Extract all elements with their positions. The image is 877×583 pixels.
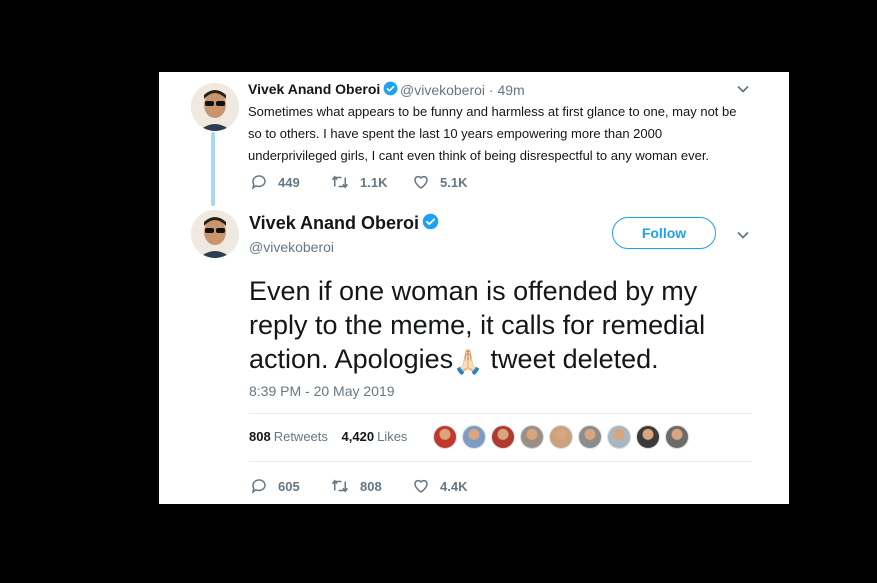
liker-avatar[interactable] bbox=[607, 425, 631, 449]
retweet-icon bbox=[331, 479, 349, 493]
liker-avatar[interactable] bbox=[433, 425, 457, 449]
divider bbox=[249, 461, 752, 462]
like-button[interactable]: 4.4K bbox=[412, 477, 467, 495]
like-count: 5.1K bbox=[440, 174, 468, 190]
heart-icon bbox=[414, 175, 428, 189]
liker-avatar[interactable] bbox=[665, 425, 689, 449]
liker-avatar[interactable] bbox=[520, 425, 544, 449]
verified-badge-icon bbox=[422, 213, 439, 235]
main-author-handle[interactable]: @vivekoberoi bbox=[249, 239, 334, 255]
author-name[interactable]: Vivek Anand Oberoi bbox=[248, 81, 380, 97]
like-count: 4.4K bbox=[440, 478, 468, 494]
reply-icon bbox=[251, 479, 266, 494]
liker-avatar[interactable] bbox=[462, 425, 486, 449]
liker-avatar[interactable] bbox=[636, 425, 660, 449]
folded-hands-emoji: 🙏🏻 bbox=[453, 349, 484, 376]
retweet-button[interactable]: 808 bbox=[330, 477, 412, 495]
reply-icon bbox=[251, 175, 266, 190]
retweet-total: 808 bbox=[249, 429, 271, 444]
reply-author-name[interactable]: Vivek Anand Oberoi bbox=[248, 81, 398, 99]
liker-avatar[interactable] bbox=[549, 425, 573, 449]
retweet-icon bbox=[331, 175, 349, 189]
likes-stat[interactable]: 4,420 Likes bbox=[342, 429, 408, 444]
main-actions: 605 808 4.4K bbox=[250, 477, 467, 495]
retweets-label: Retweets bbox=[273, 429, 328, 444]
main-tweet-text: Even if one woman is offended by my repl… bbox=[249, 274, 749, 380]
retweets-stat[interactable]: 808 Retweets bbox=[249, 429, 328, 444]
likes-label: Likes bbox=[377, 429, 408, 444]
reply-count: 449 bbox=[278, 174, 300, 190]
liker-avatar[interactable] bbox=[491, 425, 515, 449]
like-button[interactable]: 5.1K bbox=[412, 173, 467, 191]
reply-tweet-text: Sometimes what appears to be funny and h… bbox=[248, 104, 737, 163]
avatar[interactable] bbox=[191, 83, 239, 131]
like-total: 4,420 bbox=[341, 429, 375, 444]
follow-button[interactable]: Follow bbox=[612, 217, 716, 249]
liker-avatars bbox=[433, 425, 694, 449]
reply-button[interactable]: 449 bbox=[250, 173, 330, 191]
reply-button[interactable]: 605 bbox=[250, 477, 330, 495]
engagement-stats: 808 Retweets 4,420 Likes bbox=[249, 429, 407, 444]
retweet-button[interactable]: 1.1K bbox=[330, 173, 412, 191]
divider bbox=[249, 413, 752, 414]
author-name[interactable]: Vivek Anand Oberoi bbox=[249, 213, 419, 233]
retweet-count: 1.1K bbox=[360, 174, 388, 190]
heart-icon bbox=[414, 479, 428, 493]
reply-actions: 449 1.1K 5.1K bbox=[250, 173, 467, 191]
liker-avatar[interactable] bbox=[578, 425, 602, 449]
verified-badge-icon bbox=[383, 81, 398, 99]
reply-count: 605 bbox=[278, 478, 300, 494]
chevron-down-icon[interactable] bbox=[736, 228, 750, 247]
chevron-down-icon[interactable] bbox=[736, 82, 750, 101]
main-author-name[interactable]: Vivek Anand Oberoi bbox=[249, 213, 439, 235]
timestamp[interactable]: 8:39 PM - 20 May 2019 bbox=[249, 383, 395, 399]
tweet-text-part: tweet deleted. bbox=[483, 344, 659, 374]
reply-author-handle[interactable]: @vivekoberoi · 49m bbox=[400, 82, 525, 98]
thread-line bbox=[211, 132, 215, 206]
avatar[interactable] bbox=[191, 210, 239, 258]
retweet-count: 808 bbox=[360, 478, 382, 494]
